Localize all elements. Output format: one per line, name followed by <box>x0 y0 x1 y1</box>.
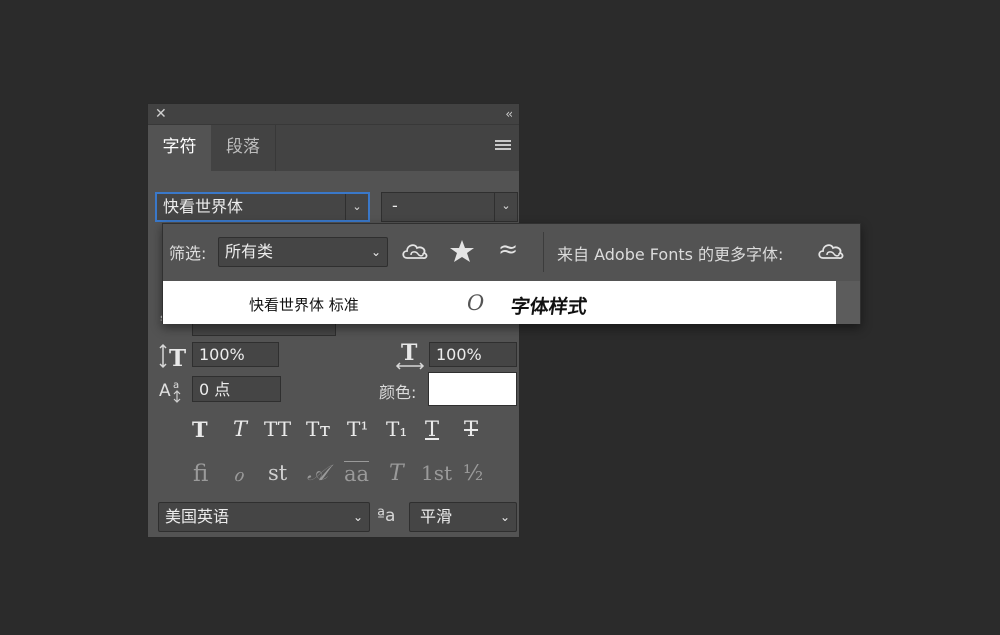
star-icon[interactable] <box>449 238 475 264</box>
vertical-scale-field[interactable]: 100% <box>192 342 279 367</box>
font-style-value: - <box>392 196 398 215</box>
all-caps-button[interactable]: TT <box>264 417 291 441</box>
horizontal-scale-icon: T <box>394 340 426 372</box>
svg-text:T: T <box>169 345 186 370</box>
filter-divider <box>543 232 544 272</box>
filter-value: 所有类 <box>225 242 274 261</box>
subscript-button[interactable]: T₁ <box>386 417 407 441</box>
vertical-scale-icon: T <box>158 342 190 372</box>
strikethrough-button[interactable]: T <box>464 417 478 441</box>
fractions-button[interactable]: ½ <box>463 461 483 485</box>
faux-italic-button[interactable]: T <box>233 417 247 441</box>
underline-button[interactable]: T <box>425 417 439 441</box>
ligatures-button[interactable]: ﬁ <box>193 461 208 487</box>
baseline-shift-icon: A a <box>158 376 188 404</box>
antialias-icon: ªa <box>377 506 396 526</box>
titling-alternates-button[interactable]: T <box>389 461 404 486</box>
chevron-down-icon[interactable]: ⌄ <box>500 503 510 531</box>
font-list-item[interactable]: 快看世界体 标准 O 字体样式 <box>163 281 836 324</box>
opentype-badge-icon: O <box>467 291 485 315</box>
color-label: 颜色: <box>379 383 417 402</box>
svg-text:T: T <box>401 340 418 366</box>
similar-fonts-icon[interactable]: ≈ <box>498 235 518 263</box>
contextual-alternates-button[interactable]: ℴ <box>233 461 244 487</box>
filter-select[interactable]: 所有类 ⌄ <box>218 237 388 267</box>
stylistic-alternates-button[interactable]: aa <box>344 461 370 486</box>
language-select[interactable]: 美国英语 ⌄ <box>158 502 370 532</box>
tab-character[interactable]: 字符 <box>148 125 211 171</box>
svg-text:a: a <box>173 380 179 391</box>
font-list-popup: 筛选: 所有类 ⌄ ≈ 来自 Adobe Fonts 的更多字体: 快看世界体 … <box>162 223 861 324</box>
collapse-icon[interactable]: ‹‹ <box>505 105 512 123</box>
panel-menu-icon[interactable] <box>495 140 511 152</box>
antialias-value: 平滑 <box>420 507 453 526</box>
font-name: 快看世界体 标准 <box>249 296 359 314</box>
chevron-down-icon[interactable]: ⌄ <box>494 193 517 221</box>
font-family-value: 快看世界体 <box>163 197 244 216</box>
chevron-down-icon[interactable]: ⌄ <box>353 503 363 531</box>
swash-button[interactable]: 𝒜 <box>307 461 328 486</box>
faux-bold-button[interactable]: T <box>192 417 208 442</box>
panel-titlebar: ✕ ‹‹ <box>148 104 519 125</box>
creative-cloud-icon[interactable] <box>401 240 429 264</box>
baseline-shift-field[interactable]: 0 点 <box>192 376 281 402</box>
ordinals-button[interactable]: 1st <box>421 461 452 485</box>
small-caps-button[interactable]: Tт <box>306 417 330 441</box>
tab-bar: 字符 段落 <box>148 125 519 171</box>
adobe-fonts-cloud-icon[interactable] <box>817 240 845 264</box>
close-icon[interactable]: ✕ <box>155 105 167 123</box>
font-list: 快看世界体 标准 O 字体样式 <box>163 281 836 324</box>
tab-paragraph[interactable]: 段落 <box>211 125 276 171</box>
more-fonts-label: 来自 Adobe Fonts 的更多字体: <box>557 245 784 264</box>
language-value: 美国英语 <box>165 507 230 526</box>
chevron-down-icon[interactable]: ⌄ <box>345 194 368 220</box>
color-swatch[interactable] <box>428 372 517 406</box>
list-scrollbar[interactable] <box>836 281 860 324</box>
font-preview: 字体样式 <box>509 296 589 318</box>
svg-text:A: A <box>159 381 171 401</box>
horizontal-scale-field[interactable]: 100% <box>429 342 517 367</box>
font-family-select[interactable]: 快看世界体 ⌄ <box>155 192 370 222</box>
font-filter-bar: 筛选: 所有类 ⌄ ≈ 来自 Adobe Fonts 的更多字体: <box>163 224 860 280</box>
antialias-select[interactable]: 平滑 ⌄ <box>409 502 517 532</box>
discretionary-ligatures-button[interactable]: st <box>268 461 287 485</box>
filter-label: 筛选: <box>169 244 207 263</box>
font-style-select[interactable]: - ⌄ <box>381 192 518 222</box>
superscript-button[interactable]: T¹ <box>347 417 368 441</box>
chevron-down-icon[interactable]: ⌄ <box>371 238 381 266</box>
